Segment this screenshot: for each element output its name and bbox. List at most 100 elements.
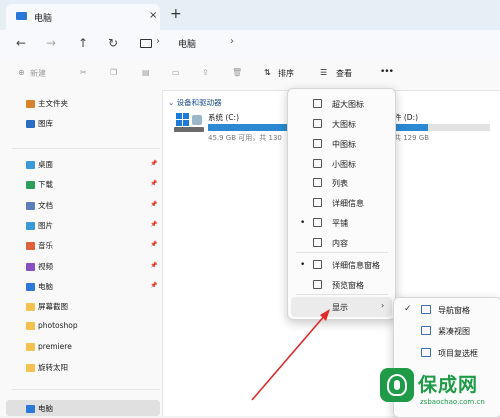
view-menu-item-7[interactable]: 内容 bbox=[288, 233, 395, 253]
view-menu-item-6[interactable]: • 平铺 bbox=[288, 213, 395, 233]
windows-drive-icon[interactable] bbox=[174, 111, 204, 133]
tab-title: 电脑 bbox=[34, 14, 53, 24]
pin-icon[interactable]: 📌 bbox=[150, 282, 157, 289]
view-menu-label: 详细信息窗格 bbox=[332, 261, 380, 270]
refresh-button[interactable]: ↻ bbox=[108, 36, 118, 50]
layout-icon bbox=[313, 280, 322, 289]
navigation-pane bbox=[0, 90, 163, 416]
sidebar-item-pinned-0[interactable]: 桌面 bbox=[26, 159, 53, 173]
view-menu-item-5[interactable]: 详细信息 bbox=[288, 193, 395, 213]
view-menu-label: 小图标 bbox=[332, 160, 356, 169]
cut-icon[interactable]: ✂ bbox=[80, 68, 87, 77]
menu-separator bbox=[296, 294, 388, 295]
view-dropdown-menu: 超大图标 大图标 中图标 小图标 列表 详细信息 • 平铺 内容 • 详细信息窗格 预览窗格 显示 › bbox=[287, 88, 396, 320]
sidebar-item-pinned-3[interactable]: 图片 bbox=[26, 220, 53, 234]
sidebar-item-pinned-2[interactable]: 文档 bbox=[26, 200, 53, 214]
sidebar-item-folder-0-icon bbox=[26, 303, 35, 311]
view-menu-item-9[interactable]: 预览窗格 bbox=[288, 275, 395, 295]
view-menu-label: 内容 bbox=[332, 239, 348, 248]
tab-close-button[interactable]: × bbox=[149, 10, 157, 21]
back-button[interactable]: ← bbox=[16, 36, 26, 50]
new-button[interactable]: 新建 bbox=[30, 68, 46, 79]
sidebar-item-folder-0[interactable]: 屏幕截图 bbox=[26, 301, 68, 315]
sidebar-item-pinned-5[interactable]: 视频 bbox=[26, 261, 53, 275]
sidebar-item-quick-1[interactable]: 图库 bbox=[26, 118, 53, 132]
sort-button[interactable]: 排序 bbox=[278, 68, 294, 79]
view-menu-item-3[interactable]: 小图标 bbox=[288, 154, 395, 174]
address-bar[interactable]: › 电脑 › bbox=[134, 34, 500, 54]
nav-label: 电脑 bbox=[38, 281, 53, 291]
sidebar-item-folder-2[interactable]: premiere bbox=[26, 342, 72, 356]
breadcrumb-separator[interactable]: › bbox=[156, 36, 160, 47]
sidebar-item-computer-selected[interactable]: 电脑 bbox=[26, 403, 53, 417]
nav-label: 图库 bbox=[38, 119, 53, 128]
paste-icon[interactable]: ▤ bbox=[142, 68, 150, 77]
pin-icon[interactable]: 📌 bbox=[150, 221, 157, 228]
view-menu-item-2[interactable]: 中图标 bbox=[288, 134, 395, 154]
sidebar-item-quick-0[interactable]: 主文件夹 bbox=[26, 98, 68, 112]
pin-icon[interactable]: 📌 bbox=[150, 160, 157, 167]
view-menu-label: 预览窗格 bbox=[332, 281, 364, 290]
share-icon[interactable]: ⇪ bbox=[202, 68, 209, 77]
chevron-right-icon: › bbox=[381, 301, 385, 310]
view-button[interactable]: 查看 bbox=[336, 68, 352, 79]
command-bar: ⊕ 新建 ✂ ❐ ▤ ▭ ⇪ 🗑 ⇅ 排序 ☰ 查看 ••• bbox=[0, 58, 500, 91]
group-header-devices[interactable]: ⌄ 设备和驱动器 bbox=[168, 97, 222, 108]
pin-icon[interactable]: 📌 bbox=[150, 262, 157, 269]
pane-icon bbox=[421, 348, 431, 357]
sidebar-item-pinned-1[interactable]: 下载 bbox=[26, 179, 53, 193]
layout-icon bbox=[313, 119, 322, 128]
sidebar-item-pinned-0-icon bbox=[26, 161, 35, 169]
view-menu-label: 列表 bbox=[332, 179, 348, 188]
up-button[interactable]: ↑ bbox=[78, 36, 88, 50]
pin-icon[interactable]: 📌 bbox=[150, 180, 157, 187]
sidebar-item-pinned-4[interactable]: 音乐 bbox=[26, 240, 53, 254]
sidebar-item-folder-3[interactable]: 旋转太阳 bbox=[26, 362, 68, 376]
delete-icon[interactable]: 🗑 bbox=[232, 68, 242, 77]
show-submenu-item-0[interactable]: ✓ 导航窗格 bbox=[394, 300, 500, 320]
nav-label: 屏幕截图 bbox=[38, 302, 68, 311]
drive-c-name[interactable]: 系统 (C:) bbox=[208, 112, 239, 123]
selected-dot-icon: • bbox=[300, 218, 306, 228]
pane-icon bbox=[421, 326, 431, 335]
nav-divider bbox=[12, 148, 160, 149]
view-menu-item-0[interactable]: 超大图标 bbox=[288, 94, 395, 114]
show-submenu-item-2[interactable]: 项目复选框 bbox=[394, 343, 500, 363]
view-menu-item-4[interactable]: 列表 bbox=[288, 173, 395, 193]
sidebar-item-pinned-6[interactable]: 电脑 bbox=[26, 281, 53, 295]
menu-separator bbox=[296, 252, 388, 253]
view-menu-item-1[interactable]: 大图标 bbox=[288, 114, 395, 134]
new-tab-button[interactable]: + bbox=[170, 6, 182, 22]
sidebar-item-folder-1-icon bbox=[26, 322, 35, 331]
sidebar-item-pinned-6-icon bbox=[26, 282, 35, 291]
copy-icon[interactable]: ❐ bbox=[110, 68, 117, 77]
layout-icon bbox=[313, 238, 322, 247]
sidebar-item-pinned-4-icon bbox=[26, 242, 35, 251]
view-icon: ☰ bbox=[320, 68, 328, 77]
tab-computer[interactable]: 电脑 × bbox=[6, 4, 160, 30]
breadcrumb-computer[interactable]: 电脑 bbox=[178, 37, 196, 50]
rename-icon[interactable]: ▭ bbox=[172, 68, 180, 77]
forward-button[interactable]: → bbox=[46, 36, 56, 50]
nav-label: 文档 bbox=[38, 200, 53, 210]
watermark-url: zsbaochao.com.cn bbox=[420, 398, 485, 406]
show-submenu-label: 导航窗格 bbox=[438, 306, 470, 315]
more-button[interactable]: ••• bbox=[380, 67, 394, 77]
pin-icon[interactable]: 📌 bbox=[150, 201, 157, 208]
show-submenu-item-1[interactable]: 紧凑视图 bbox=[394, 321, 500, 341]
view-menu-label: 超大图标 bbox=[332, 100, 364, 109]
brand-logo bbox=[380, 368, 414, 402]
sidebar-item-pinned-1-icon bbox=[26, 181, 35, 190]
sidebar-item-quick-1-icon bbox=[26, 120, 35, 128]
sidebar-item-folder-1[interactable]: photoshop bbox=[26, 321, 78, 335]
layout-icon bbox=[313, 178, 322, 187]
nav-label: 下载 bbox=[38, 180, 53, 190]
pin-icon[interactable]: 📌 bbox=[150, 241, 157, 248]
show-submenu-label: 项目复选框 bbox=[438, 349, 478, 358]
view-menu-item-8[interactable]: • 详细信息窗格 bbox=[288, 255, 395, 275]
breadcrumb-separator[interactable]: › bbox=[230, 36, 234, 47]
drive-d-name[interactable]: 件 (D:) bbox=[394, 112, 418, 123]
view-menu-label: 详细信息 bbox=[332, 199, 364, 208]
nav-label: premiere bbox=[38, 341, 72, 351]
nav-label: 电脑 bbox=[38, 404, 53, 413]
